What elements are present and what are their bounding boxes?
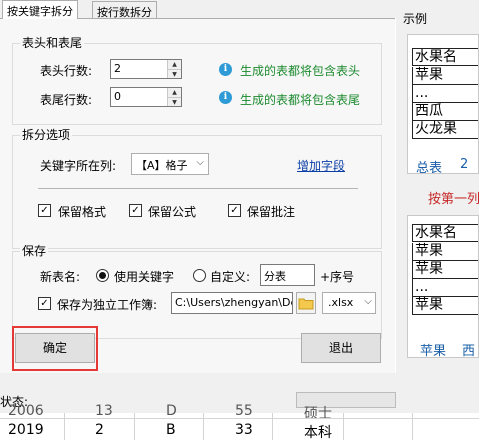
keep-formula-checkbox[interactable]: ✓: [129, 204, 142, 217]
save-independent-checkbox[interactable]: ✓: [38, 297, 51, 310]
sheet-cell: 本科: [304, 425, 332, 441]
preview-cell: ...: [412, 85, 478, 103]
preview-cell: ...: [412, 279, 478, 297]
preview-cell: 苹果: [412, 243, 478, 261]
grid-line: [203, 413, 204, 440]
sheet-cell: B: [166, 422, 176, 438]
extension-value: .xlsx: [328, 296, 354, 309]
preview-caption: 按第一列: [428, 192, 479, 207]
footer-rows-label: 表尾行数:: [40, 93, 93, 107]
stepper-up-icon[interactable]: ▲: [168, 60, 181, 69]
preview-cell: 苹果: [412, 297, 478, 315]
save-independent-label[interactable]: 保存为独立工作簿:: [57, 296, 157, 313]
new-name-label: 新表名:: [40, 270, 81, 284]
spreadsheet-area: 2006 13 D 55 硕士 2019 2 B 33 本科: [0, 403, 479, 441]
grid-line: [343, 413, 344, 440]
stepper-down-icon[interactable]: ▼: [168, 97, 181, 106]
browse-folder-button[interactable]: [296, 292, 316, 314]
preview-table-2: 水果名 苹果 苹果 ... 苹果 苹果 西: [407, 215, 479, 358]
highlight-box: [12, 326, 98, 371]
stepper-up-icon[interactable]: ▲: [168, 88, 181, 97]
grid-line: [134, 413, 135, 440]
preview-cell: 西瓜: [412, 103, 478, 121]
sheet-cell: 55: [235, 403, 253, 419]
grid-line: [64, 413, 65, 440]
header-hint: 生成的表都将包含表头: [240, 64, 361, 78]
add-field-link[interactable]: 增加字段: [297, 157, 345, 174]
preview-cell: 水果名: [412, 224, 478, 242]
info-icon: i: [219, 91, 232, 104]
keyword-column-select[interactable]: 【A】格子 ⌵: [131, 153, 209, 175]
keep-format-checkbox[interactable]: ✓: [38, 204, 51, 217]
grid-line: [272, 413, 273, 440]
grid-line: [0, 418, 479, 419]
tab-split-by-keyword[interactable]: 按关键字拆分: [2, 0, 78, 19]
sheet-cell: D: [166, 403, 177, 419]
preview-sheet-tab: 总表: [416, 161, 443, 174]
preview-table-1: 水果名 苹果 ... 西瓜 火龙果 总表 2: [407, 34, 479, 174]
use-keyword-label[interactable]: 使用关键字: [114, 268, 174, 285]
keep-formula-label[interactable]: 保留公式: [148, 203, 196, 220]
sheet-cell: 2: [95, 422, 104, 438]
suffix-label: +序号: [320, 270, 355, 284]
sheet-cell: 33: [235, 422, 253, 438]
preview-sheet-tab: 苹果: [420, 344, 447, 358]
sheet-cell: 2006: [8, 403, 44, 419]
custom-name-radio[interactable]: [193, 269, 206, 282]
keep-comment-label[interactable]: 保留批注: [247, 203, 295, 220]
tab-split-by-rows[interactable]: 按行数拆分: [92, 1, 157, 19]
preview-sheet-tab: 西: [462, 344, 476, 358]
sheet-cell: 13: [95, 403, 113, 419]
footer-hint: 生成的表都将包含表尾: [240, 93, 361, 107]
preview-panel: 示例 水果名 苹果 ... 西瓜 火龙果 总表 2 按第一列 水果名 苹果 苹果…: [396, 0, 479, 373]
header-rows-stepper[interactable]: 2 ▲ ▼: [110, 59, 182, 79]
info-icon: i: [219, 63, 232, 76]
custom-name-label[interactable]: 自定义:: [210, 268, 250, 285]
divider: [38, 188, 358, 189]
preview-cell: 水果名: [412, 48, 478, 66]
footer-rows-stepper[interactable]: 0 ▲ ▼: [110, 87, 182, 107]
header-footer-title: 表头和表尾: [20, 34, 85, 51]
header-rows-label: 表头行数:: [40, 64, 93, 78]
header-footer-group: [12, 43, 382, 125]
chevron-down-icon: ⌵: [364, 296, 372, 307]
custom-name-input[interactable]: 分表: [260, 264, 315, 286]
header-rows-value[interactable]: 2: [114, 62, 121, 75]
folder-icon: [298, 298, 314, 310]
use-keyword-radio[interactable]: [96, 269, 109, 282]
stepper-down-icon[interactable]: ▼: [168, 69, 181, 78]
split-dialog: 表头和表尾 表头行数: 2 ▲ ▼ i 生成的表都将包含表头 表尾行数: 0 ▲ ▼…: [0, 18, 395, 373]
preview-cell: 苹果: [412, 261, 478, 279]
keep-comment-checkbox[interactable]: ✓: [228, 204, 241, 217]
keep-format-label[interactable]: 保留格式: [58, 203, 106, 220]
exit-button[interactable]: 退出: [301, 333, 381, 363]
chevron-down-icon: ⌵: [196, 157, 204, 168]
keyword-column-label: 关键字所在列:: [40, 159, 117, 173]
save-path-input[interactable]: C:\Users\zhengyan\De: [171, 292, 293, 314]
split-options-title: 拆分选项: [20, 126, 73, 143]
sheet-cell: 硕士: [304, 406, 332, 422]
save-title: 保存: [20, 242, 49, 259]
grid-line: [412, 413, 413, 440]
footer-rows-value[interactable]: 0: [114, 90, 121, 103]
preview-cell: 火龙果: [412, 121, 478, 139]
tab-strip: 按关键字拆分 按行数拆分: [0, 0, 400, 19]
extension-select[interactable]: .xlsx ⌵: [322, 292, 376, 314]
preview-cell: 苹果: [412, 67, 478, 85]
preview-sheet-tab: 2: [460, 157, 469, 172]
sheet-cell: 2019: [8, 422, 44, 438]
keyword-column-value: 【A】格子: [136, 159, 188, 172]
preview-title: 示例: [403, 12, 428, 26]
